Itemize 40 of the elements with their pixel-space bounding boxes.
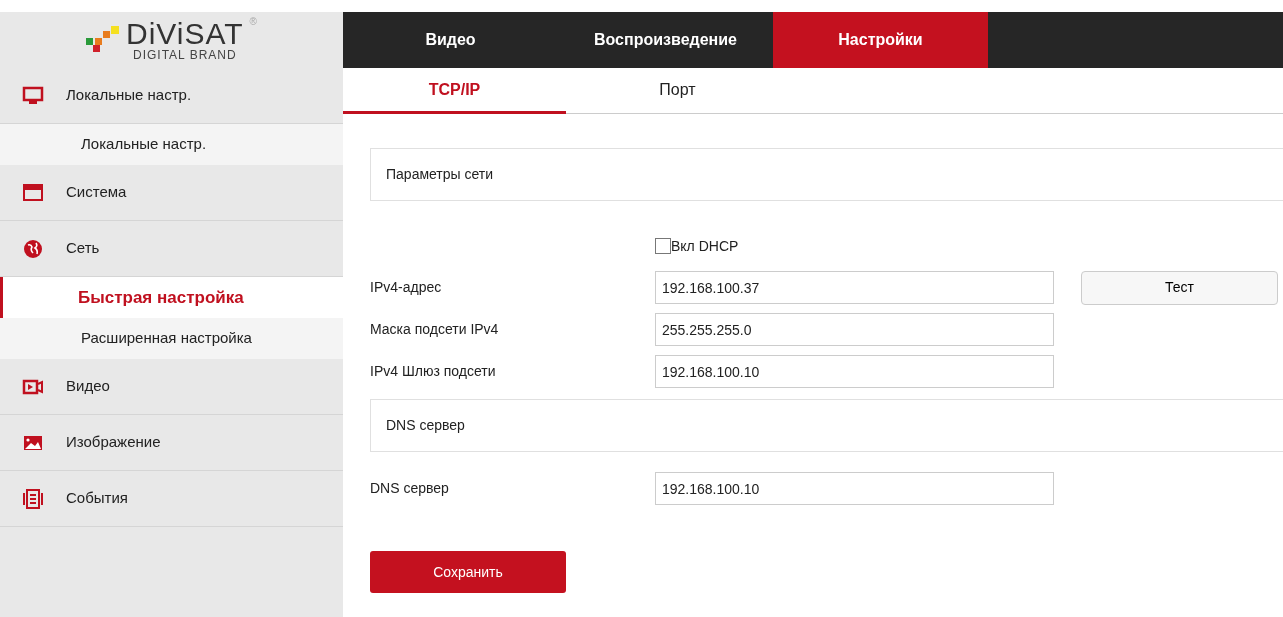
- monitor-icon: [22, 84, 44, 107]
- sidebar-item[interactable]: Изображение: [0, 415, 343, 471]
- nav-tab[interactable]: Настройки: [773, 12, 988, 68]
- input-field[interactable]: 192.168.100.10: [655, 472, 1054, 505]
- section-header: Параметры сети: [370, 148, 1283, 201]
- window-icon: [22, 181, 44, 204]
- checkbox[interactable]: [655, 238, 671, 254]
- nav-tab[interactable]: Видео: [343, 12, 558, 68]
- logo-squares-icon: [86, 26, 120, 54]
- logo-wordmark: DiViSAT: [126, 18, 244, 49]
- sidebar-label: Видео: [66, 376, 110, 397]
- tab[interactable]: Порт: [566, 68, 789, 114]
- logo-tagline: DIGITAL BRAND: [131, 48, 238, 62]
- sidebar-subitem[interactable]: Локальные настр.: [0, 124, 343, 165]
- registered-mark: ®: [249, 15, 257, 29]
- input-field[interactable]: 192.168.100.37: [655, 271, 1054, 304]
- document-list-icon: [22, 487, 44, 510]
- sidebar-item[interactable]: События: [0, 471, 343, 527]
- globe-icon: [22, 237, 44, 260]
- nav-tab[interactable]: Воспроизведение: [558, 12, 773, 68]
- save-button[interactable]: Сохранить: [370, 551, 566, 593]
- field-label: DNS сервер: [370, 479, 450, 498]
- sidebar-label: Локальные настр.: [66, 85, 192, 106]
- field-label: Маска подсети IPv4: [370, 320, 500, 339]
- sidebar-item[interactable]: Видео: [0, 359, 343, 415]
- checkbox-label: Вкл DHCP: [671, 236, 739, 256]
- sidebar-label: Система: [66, 182, 127, 203]
- sidebar-label: События: [66, 488, 128, 509]
- input-field[interactable]: 255.255.255.0: [655, 313, 1054, 346]
- tab[interactable]: TCP/IP: [343, 68, 566, 114]
- sidebar-subitem[interactable]: Расширенная настройка: [0, 318, 343, 359]
- sidebar-subitem[interactable]: Быстрая настройка: [0, 277, 343, 318]
- sidebar-label: Сеть: [66, 238, 100, 259]
- sidebar-item[interactable]: Система: [0, 165, 343, 221]
- field-label: IPv4 Шлюз подсети: [370, 362, 497, 381]
- test-button[interactable]: Тест: [1081, 270, 1278, 305]
- field-label: IPv4-адрес: [370, 278, 443, 297]
- input-field[interactable]: 192.168.100.10: [655, 355, 1054, 388]
- section-header: DNS сервер: [370, 399, 1283, 452]
- sidebar-label: Изображение: [66, 432, 161, 453]
